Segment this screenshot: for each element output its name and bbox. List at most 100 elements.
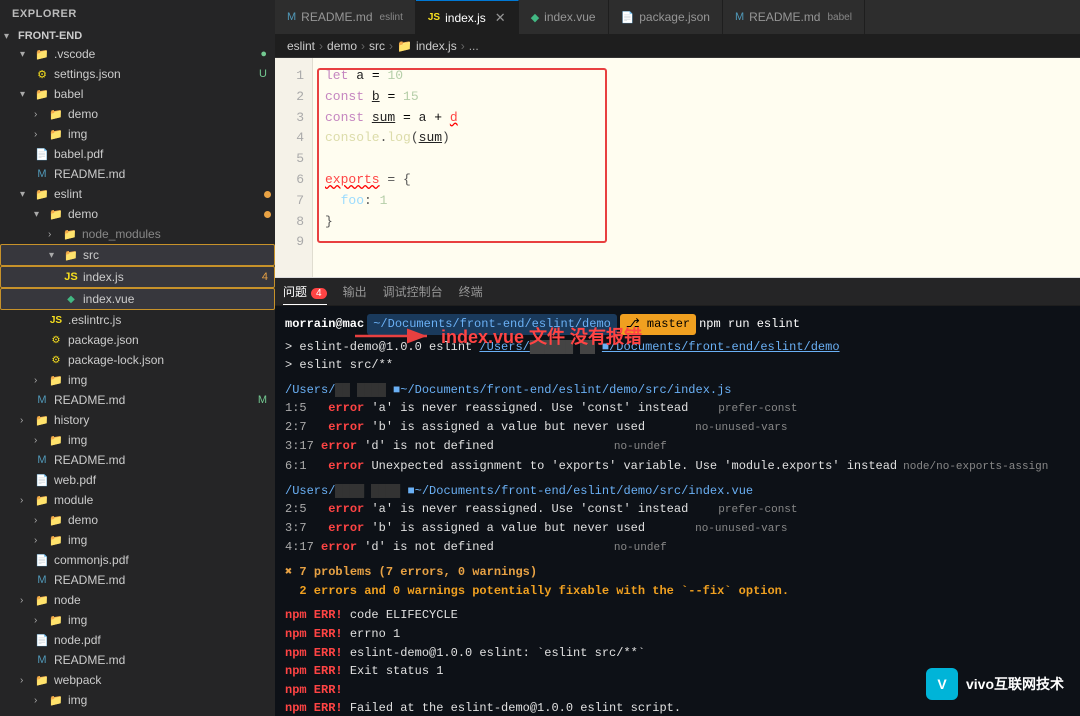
code-line-3: const sum = a + d xyxy=(325,108,1068,129)
bc-sep: › xyxy=(361,39,365,53)
tab-label: index.js xyxy=(445,11,486,25)
sidebar-item-module-img[interactable]: › 📁 img xyxy=(0,530,275,550)
term-err-1-2: 2:7 error 'b' is assigned a value but ne… xyxy=(285,418,1070,437)
folder-icon: 📁 xyxy=(63,247,79,263)
sidebar-item-node-modules[interactable]: › 📁 node_modules xyxy=(0,224,275,244)
sidebar-item-label: README.md xyxy=(54,453,275,467)
sidebar-item-label: node xyxy=(54,593,275,607)
sidebar-item-babel-img[interactable]: › 📁 img xyxy=(0,124,275,144)
watermark-text: vivo互联网技术 xyxy=(966,674,1064,694)
tab-label: README.md xyxy=(301,10,372,24)
sidebar-item-label: img xyxy=(68,373,275,387)
tab-close-button[interactable]: ✕ xyxy=(495,10,506,26)
sidebar-item-node-readme[interactable]: M README.md xyxy=(0,650,275,670)
folder-icon: 📁 xyxy=(62,226,78,242)
sidebar-item-commonjs[interactable]: 📄 commonjs.pdf xyxy=(0,550,275,570)
sidebar-item-label: module xyxy=(54,493,275,507)
code-line-7: foo: 1 xyxy=(325,191,1068,212)
chevron-icon: › xyxy=(34,695,48,706)
sidebar-item-label: src xyxy=(83,248,274,262)
sidebar-item-label: README.md xyxy=(54,653,275,667)
sidebar-item-history-readme[interactable]: M README.md xyxy=(0,450,275,470)
tab-readme-babel[interactable]: M README.md babel xyxy=(723,0,865,34)
folder-icon: 📁 xyxy=(34,186,50,202)
tab-package-json[interactable]: 📄 package.json xyxy=(609,0,723,34)
sidebar-item-eslint-readme[interactable]: M README.md M xyxy=(0,390,275,410)
folder-icon: 📁 xyxy=(34,492,50,508)
panel-tab-issues[interactable]: 问题4 xyxy=(283,279,327,305)
sidebar-item-eslint[interactable]: ▾ 📁 eslint xyxy=(0,184,275,204)
sidebar-item-package-json[interactable]: ⚙ package.json xyxy=(0,330,275,350)
code-line-1: let a = 10 xyxy=(325,66,1068,87)
badge-u: U xyxy=(259,68,267,80)
json-icon: ⚙ xyxy=(48,332,64,348)
sidebar-item-history-web[interactable]: 📄 web.pdf xyxy=(0,470,275,490)
sidebar-item-label: demo xyxy=(68,207,264,221)
breadcrumb-folder-icon: 📁 xyxy=(397,39,412,53)
sidebar-item-node[interactable]: › 📁 node xyxy=(0,590,275,610)
sidebar-item-label: eslint xyxy=(54,187,264,201)
sidebar-root[interactable]: ▾ FRONT-END xyxy=(0,28,275,44)
bc-sep: › xyxy=(389,39,393,53)
sidebar-item-label: README.md xyxy=(54,573,275,587)
term-err-2-2: 3:7 error 'b' is assigned a value but ne… xyxy=(285,519,1070,538)
vue-icon: ◆ xyxy=(531,11,539,24)
sidebar-item-eslint-img[interactable]: › 📁 img xyxy=(0,370,275,390)
bc-sep: › xyxy=(319,39,323,53)
tab-context: eslint xyxy=(380,12,403,23)
term-user: morrain@mac xyxy=(285,315,364,334)
bc-sep: › xyxy=(461,39,465,53)
terminal[interactable]: morrain@mac ~/Documents/front-end/eslint… xyxy=(275,306,1080,716)
json-icon: 📄 xyxy=(621,11,635,24)
sidebar-item-node-img[interactable]: › 📁 img xyxy=(0,610,275,630)
sidebar-item-label: index.vue xyxy=(83,292,274,306)
sidebar-item-webpack[interactable]: › 📁 webpack xyxy=(0,670,275,690)
panel-tabs: 问题4 输出 调试控制台 终端 xyxy=(275,278,1080,306)
sidebar-item-babel-demo[interactable]: › 📁 demo xyxy=(0,104,275,124)
sidebar-item-index-vue[interactable]: ◆ index.vue xyxy=(0,288,275,310)
panel-tab-output[interactable]: 输出 xyxy=(343,279,367,304)
md-icon: M xyxy=(34,652,50,668)
sidebar-item-babel-pdf[interactable]: 📄 babel.pdf xyxy=(0,144,275,164)
sidebar-item-babel[interactable]: ▾ 📁 babel xyxy=(0,84,275,104)
sidebar-item-history-img[interactable]: › 📁 img xyxy=(0,430,275,450)
sidebar-item-label: .vscode xyxy=(54,47,260,61)
sidebar-item-babel-readme[interactable]: M README.md xyxy=(0,164,275,184)
sidebar-item-label: babel xyxy=(54,87,275,101)
sidebar: EXPLORER ▾ FRONT-END ▾ 📁 .vscode ● ⚙ set… xyxy=(0,0,275,716)
tab-index-vue[interactable]: ◆ index.vue xyxy=(519,0,609,34)
sidebar-item-module[interactable]: › 📁 module xyxy=(0,490,275,510)
tab-index-js[interactable]: JS index.js ✕ xyxy=(416,0,519,34)
tab-context: babel xyxy=(827,12,851,23)
folder-icon: 📁 xyxy=(48,612,64,628)
sidebar-item-index-js[interactable]: JS index.js 4 xyxy=(0,266,275,288)
pdf-icon: 📄 xyxy=(34,632,50,648)
sidebar-item-module-demo[interactable]: › 📁 demo xyxy=(0,510,275,530)
term-err-1-4: 6:1 error Unexpected assignment to 'expo… xyxy=(285,457,1070,476)
sidebar-item-module-readme[interactable]: M README.md xyxy=(0,570,275,590)
folder-icon: 📁 xyxy=(48,432,64,448)
breadcrumb-src: src xyxy=(369,39,385,53)
sidebar-item-label: node.pdf xyxy=(54,633,275,647)
sidebar-item-node-pdf[interactable]: 📄 node.pdf xyxy=(0,630,275,650)
panel-tab-terminal[interactable]: 终端 xyxy=(459,279,483,304)
sidebar-item-label: .eslintrc.js xyxy=(68,313,275,327)
dot-orange xyxy=(264,211,271,218)
sidebar-item-eslint-demo[interactable]: ▾ 📁 demo xyxy=(0,204,275,224)
sidebar-item-history[interactable]: › 📁 history xyxy=(0,410,275,430)
sidebar-item-webpack-img[interactable]: › 📁 img xyxy=(0,690,275,710)
sidebar-item-eslintrc[interactable]: JS .eslintrc.js xyxy=(0,310,275,330)
md-icon: M xyxy=(34,166,50,182)
panel-tab-debug[interactable]: 调试控制台 xyxy=(383,279,443,304)
sidebar-item-label: img xyxy=(68,433,275,447)
tab-label: package.json xyxy=(639,10,710,24)
sidebar-item-src[interactable]: ▾ 📁 src xyxy=(0,244,275,266)
sidebar-item-label: package-lock.json xyxy=(68,353,275,367)
sidebar-item-package-lock[interactable]: ⚙ package-lock.json xyxy=(0,350,275,370)
sidebar-item-settings[interactable]: ⚙ settings.json U xyxy=(0,64,275,84)
sidebar-item-vscode[interactable]: ▾ 📁 .vscode ● xyxy=(0,44,275,64)
md-icon: M xyxy=(735,11,744,23)
term-err-1-1: 1:5 error 'a' is never reassigned. Use '… xyxy=(285,399,1070,418)
chevron-icon: › xyxy=(20,495,34,506)
tab-readme-eslint[interactable]: M README.md eslint xyxy=(275,0,416,34)
